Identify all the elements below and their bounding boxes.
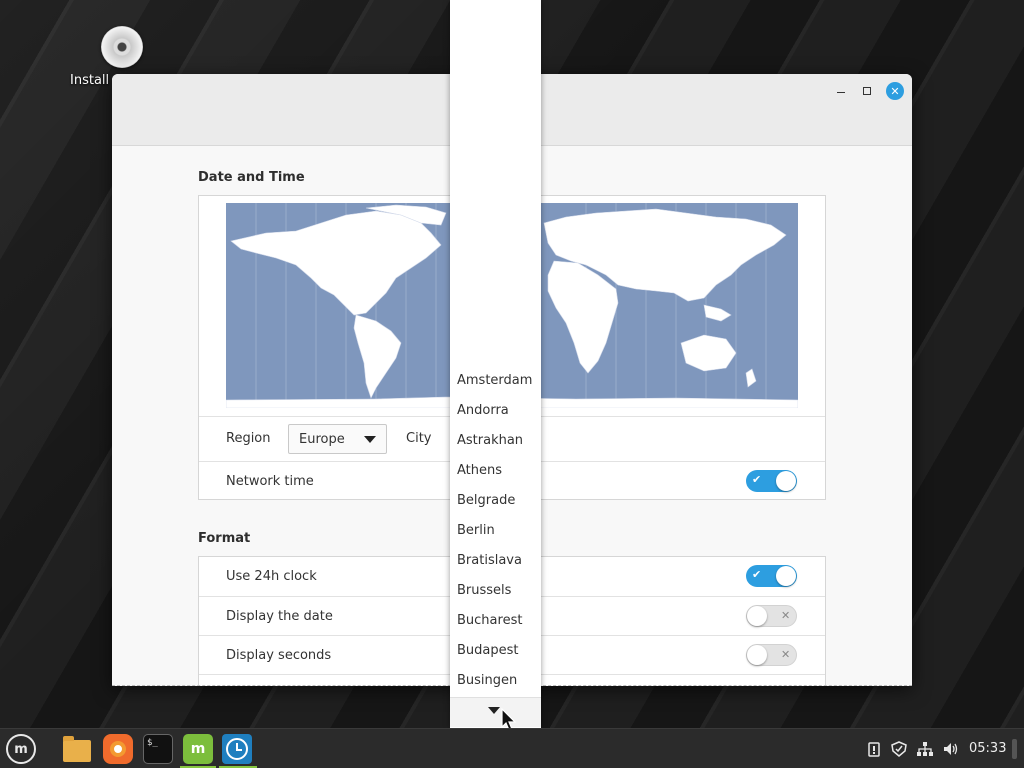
city-option[interactable]: Busingen [457,673,517,688]
city-dropdown-menu: Amsterdam Andorra Astrakhan Athens Belgr… [450,0,541,728]
folder-icon [63,736,91,762]
city-option[interactable]: Amsterdam [457,373,532,388]
terminal-launcher[interactable]: $_ [143,734,173,764]
region-value: Europe [299,432,345,447]
taskbar: m $_ m 05:33 [0,728,1024,768]
display-seconds-toggle[interactable]: ✕ [746,644,797,666]
disc-icon [101,26,143,68]
close-icon: ✕ [890,84,900,98]
use-24h-toggle[interactable]: ✔ [746,565,797,587]
scroll-down-arrow-icon [488,707,500,714]
minimize-button[interactable] [832,82,850,100]
city-option[interactable]: Budapest [457,643,519,658]
mint-logo-icon: m [14,741,28,757]
firefox-icon [110,741,126,757]
network-time-toggle[interactable]: ✔ [746,470,797,492]
minimize-icon [837,91,845,93]
format-heading: Format [198,531,251,546]
notification-icon[interactable] [866,741,882,761]
toggle-knob [776,471,796,491]
close-button[interactable]: ✕ [886,82,904,100]
clock-icon [226,738,248,760]
city-option[interactable]: Athens [457,463,502,478]
mint-store-icon: m [190,741,206,757]
firefox-launcher[interactable] [103,734,133,764]
files-launcher[interactable] [62,734,92,764]
shield-icon [891,741,907,757]
panel-handle[interactable] [1012,739,1017,759]
cross-icon: ✕ [781,609,791,622]
city-option[interactable]: Astrakhan [457,433,523,448]
dropdown-scroll-down[interactable] [450,697,541,727]
date-time-task[interactable] [222,734,252,764]
city-option[interactable]: Bucharest [457,613,522,628]
region-label: Region [226,431,271,446]
city-option[interactable]: Berlin [457,523,495,538]
city-option[interactable]: Belgrade [457,493,515,508]
city-option[interactable]: Bratislava [457,553,522,568]
chevron-down-icon [364,436,376,443]
use-24h-label: Use 24h clock [226,569,317,584]
volume-icon[interactable] [942,741,960,761]
terminal-icon: $_ [147,738,158,748]
start-menu-button[interactable]: m [6,734,36,764]
toggle-knob [747,606,767,626]
date-time-heading: Date and Time [198,170,305,185]
toggle-knob [747,645,767,665]
region-combobox[interactable]: Europe [288,424,387,454]
clipboard-alert-icon [868,742,880,757]
network-wired-icon [917,742,933,756]
speaker-icon [944,743,958,755]
display-date-label: Display the date [226,609,333,624]
maximize-button[interactable] [858,82,876,100]
cross-icon: ✕ [781,648,791,661]
clock-time[interactable]: 05:33 [969,741,1006,756]
city-label: City [406,431,432,446]
update-manager-icon[interactable] [890,741,908,761]
display-date-toggle[interactable]: ✕ [746,605,797,627]
network-time-label: Network time [226,474,314,489]
city-option[interactable]: Brussels [457,583,511,598]
desktop-icon-label: Install [70,73,110,88]
check-icon: ✔ [752,473,762,486]
maximize-icon [863,87,871,95]
display-seconds-label: Display seconds [226,648,332,663]
mintinstall-launcher[interactable]: m [183,734,213,764]
toggle-knob [776,566,796,586]
city-option[interactable]: Andorra [457,403,509,418]
network-icon[interactable] [916,741,934,761]
check-icon: ✔ [752,568,762,581]
